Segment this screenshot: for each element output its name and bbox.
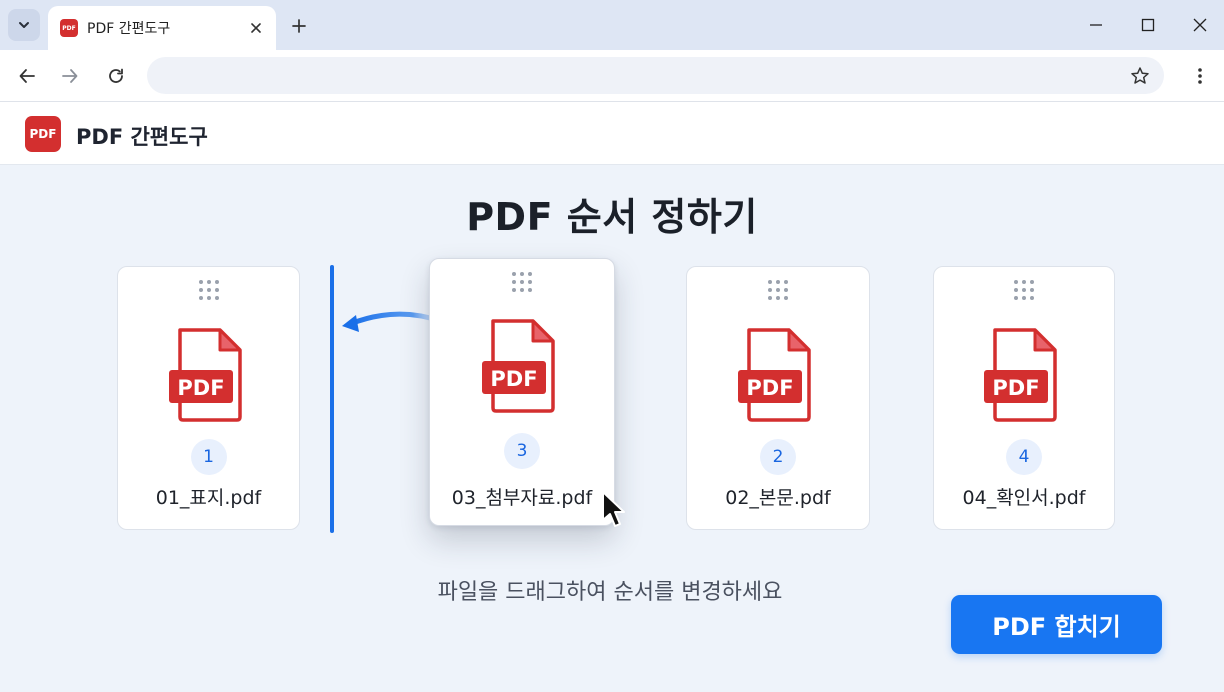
file-name: 01_표지.pdf	[155, 487, 262, 509]
pdf-file-icon: PDF	[738, 328, 811, 422]
pdf-file-icon: PDF	[984, 328, 1057, 422]
app-header: PDF PDF 간편도구	[0, 102, 1224, 165]
drop-indicator	[330, 265, 334, 533]
pdf-label: PDF	[490, 367, 537, 391]
order-badge: 3	[504, 433, 540, 469]
reload-button[interactable]	[101, 61, 131, 91]
reload-icon	[109, 68, 123, 83]
file-card[interactable]: PDF 1 01_표지.pdf	[117, 266, 300, 530]
drag-grip-icon[interactable]	[1012, 279, 1036, 301]
star-icon	[1131, 67, 1149, 84]
browser-toolbar	[0, 50, 1224, 102]
plus-icon	[292, 19, 306, 33]
app-name: PDF 간편도구	[76, 125, 208, 149]
maximize-icon	[1141, 18, 1155, 32]
file-name: 04_확인서.pdf	[962, 487, 1086, 509]
file-name: 02_본문.pdf	[725, 487, 831, 509]
drag-grip-icon[interactable]	[197, 279, 221, 301]
order-badge: 2	[760, 439, 796, 475]
pdf-label: PDF	[177, 376, 224, 400]
chevron-down-icon	[19, 22, 29, 28]
close-icon	[1193, 18, 1207, 32]
bookmark-button[interactable]	[1128, 64, 1152, 88]
browser-tab-active[interactable]: PDF PDF 간편도구	[48, 6, 276, 50]
order-badge: 4	[1006, 439, 1042, 475]
more-vert-icon	[1198, 68, 1202, 84]
pdf-label: PDF	[992, 376, 1039, 400]
pdf-file-icon: PDF	[168, 328, 242, 422]
file-card[interactable]: PDF 2 02_본문.pdf	[686, 266, 870, 530]
minimize-icon	[1090, 24, 1102, 26]
order-badge: 1	[190, 439, 227, 475]
address-bar[interactable]	[147, 57, 1164, 94]
file-name: 03_첨부자료.pdf	[451, 487, 593, 509]
tab-search-button[interactable]	[8, 9, 40, 41]
minimize-button[interactable]	[1081, 10, 1111, 40]
browser-menu-button[interactable]	[1186, 61, 1214, 91]
merge-pdf-button[interactable]: PDF 합치기	[951, 595, 1162, 654]
mouse-pointer-icon	[602, 491, 625, 527]
file-card-dragging[interactable]: PDF 3 03_첨부자료.pdf	[429, 258, 615, 526]
tab-close-button[interactable]	[246, 18, 266, 38]
drag-grip-icon[interactable]	[766, 279, 790, 301]
close-window-button[interactable]	[1185, 10, 1215, 40]
drag-grip-icon[interactable]	[510, 271, 534, 293]
back-button[interactable]	[12, 61, 42, 91]
page-title: PDF 순서 정하기	[466, 195, 758, 239]
close-icon	[251, 23, 261, 33]
arrow-left-icon	[19, 69, 35, 83]
pdf-label: PDF	[746, 376, 793, 400]
app-logo[interactable]: PDF	[25, 116, 61, 152]
file-card[interactable]: PDF 4 04_확인서.pdf	[933, 266, 1115, 530]
forward-button[interactable]	[55, 61, 85, 91]
new-tab-button[interactable]	[286, 13, 312, 39]
arrow-right-icon	[62, 69, 78, 83]
favicon-icon: PDF	[60, 19, 78, 37]
browser-tabstrip: PDF PDF 간편도구	[0, 0, 1224, 50]
pdf-file-icon: PDF	[482, 319, 555, 413]
tab-title: PDF 간편도구	[87, 21, 171, 37]
maximize-button[interactable]	[1133, 10, 1163, 40]
